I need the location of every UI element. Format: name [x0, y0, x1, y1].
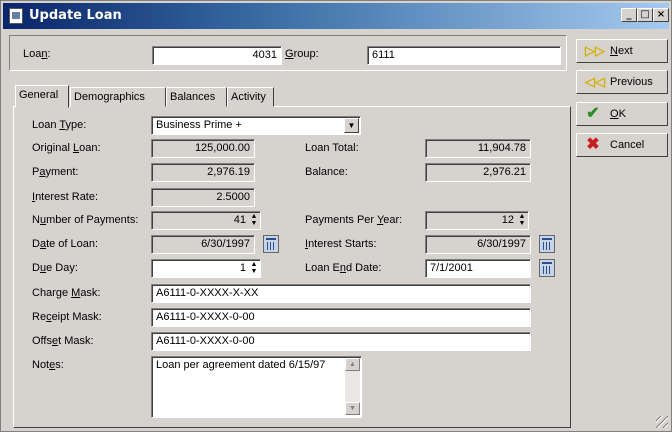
payments-per-year-label: Payments Per Year: — [305, 214, 403, 226]
due-day-value: 1 — [239, 262, 246, 274]
close-button[interactable]: × — [653, 8, 669, 22]
spinner-icon[interactable]: ▲ ▼ — [249, 261, 259, 276]
previous-button[interactable]: ◁◁ Previous — [576, 70, 668, 94]
next-arrow-icon: ▷▷ — [585, 43, 605, 58]
spinner-icon[interactable]: ▲ ▼ — [249, 213, 259, 228]
original-loan-field: 125,000.00 — [151, 139, 255, 158]
loan-end-date-field[interactable]: 7/1/2001 — [425, 259, 531, 278]
tab-demographics[interactable]: Demographics — [70, 87, 166, 107]
check-icon: ✔ — [586, 105, 600, 122]
charge-mask-field[interactable]: A6111-0-XXXX-X-XX — [151, 284, 531, 303]
previous-label: Previous — [610, 76, 653, 88]
cancel-button[interactable]: ✖ Cancel — [576, 133, 668, 157]
loan-label: Loan: — [23, 48, 51, 60]
loan-type-label: Loan Type: — [32, 119, 87, 131]
balance-label: Balance: — [305, 166, 348, 178]
interest-starts-label: Interest Starts: — [305, 238, 377, 250]
ok-button[interactable]: ✔ OK — [576, 102, 668, 126]
window-title: Update Loan — [29, 8, 122, 23]
maximize-button[interactable]: □ — [637, 8, 653, 22]
ok-label: OK — [610, 108, 626, 120]
next-button[interactable]: ▷▷ Next — [576, 39, 668, 63]
loan-total-field: 11,904.78 — [425, 139, 531, 158]
group-field[interactable]: 6111 — [367, 46, 561, 65]
resize-grip-icon[interactable] — [656, 416, 668, 428]
loan-type-value: Business Prime + — [156, 119, 242, 131]
receipt-mask-label: Receipt Mask: — [32, 311, 102, 323]
previous-arrow-icon: ◁◁ — [585, 74, 605, 89]
notes-scrollbar[interactable]: ▲ ▼ — [345, 358, 360, 415]
notes-label: Notes: — [32, 359, 64, 371]
original-loan-label: Original Loan: — [32, 142, 101, 154]
chevron-down-icon[interactable]: ▼ — [344, 118, 359, 133]
interest-rate-field: 2.5000 — [151, 188, 255, 207]
cancel-label: Cancel — [610, 139, 645, 151]
due-day-label: Due Day: — [32, 262, 78, 274]
payment-field: 2,976.19 — [151, 163, 255, 182]
tab-activity[interactable]: Activity — [227, 87, 274, 107]
app-icon — [9, 8, 23, 24]
interest-starts-field: 6/30/1997 — [425, 235, 531, 254]
payments-per-year-stepper[interactable]: 12 ▲ ▼ — [425, 211, 529, 230]
number-of-payments-label: Number of Payments: — [32, 214, 139, 226]
calendar-icon[interactable] — [539, 235, 555, 253]
balance-field: 2,976.21 — [425, 163, 531, 182]
date-of-loan-label: Date of Loan: — [32, 238, 99, 250]
title-bar[interactable]: Update Loan _ □ × — [3, 3, 669, 29]
cancel-x-icon: ✖ — [586, 136, 600, 153]
loan-end-date-label: Loan End Date: — [305, 262, 382, 274]
group-label: Group: — [285, 48, 319, 60]
number-of-payments-stepper[interactable]: 41 ▲ ▼ — [151, 211, 261, 230]
tab-general[interactable]: General — [15, 85, 69, 108]
calendar-icon[interactable] — [263, 235, 279, 253]
due-day-stepper[interactable]: 1 ▲ ▼ — [151, 259, 261, 278]
offset-mask-field[interactable]: A6111-0-XXXX-0-00 — [151, 332, 531, 351]
date-of-loan-field: 6/30/1997 — [151, 235, 255, 254]
scroll-down-icon[interactable]: ▼ — [345, 402, 360, 415]
interest-rate-label: Interest Rate: — [32, 191, 99, 203]
payments-per-year-value: 12 — [501, 214, 514, 226]
notes-text: Loan per agreement dated 6/15/97 — [156, 359, 326, 371]
receipt-mask-field[interactable]: A6111-0-XXXX-0-00 — [151, 308, 531, 327]
next-label: Next — [610, 45, 633, 57]
scroll-up-icon[interactable]: ▲ — [345, 358, 360, 371]
payment-label: Payment: — [32, 166, 79, 178]
tab-balances[interactable]: Balances — [166, 87, 227, 107]
loan-type-dropdown[interactable]: Business Prime + ▼ — [151, 116, 361, 135]
offset-mask-label: Offset Mask: — [32, 335, 94, 347]
calendar-icon[interactable] — [539, 259, 555, 277]
update-loan-window: Update Loan _ □ × Loan: 4031 Group: 6111… — [0, 0, 672, 432]
loan-number-field[interactable]: 4031 — [152, 46, 282, 65]
spinner-icon[interactable]: ▲ ▼ — [517, 213, 527, 228]
loan-total-label: Loan Total: — [305, 142, 359, 154]
charge-mask-label: Charge Mask: — [32, 287, 101, 299]
minimize-button[interactable]: _ — [621, 8, 637, 22]
notes-textarea[interactable]: Loan per agreement dated 6/15/97 ▲ ▼ — [151, 356, 362, 418]
number-of-payments-value: 41 — [233, 214, 246, 226]
